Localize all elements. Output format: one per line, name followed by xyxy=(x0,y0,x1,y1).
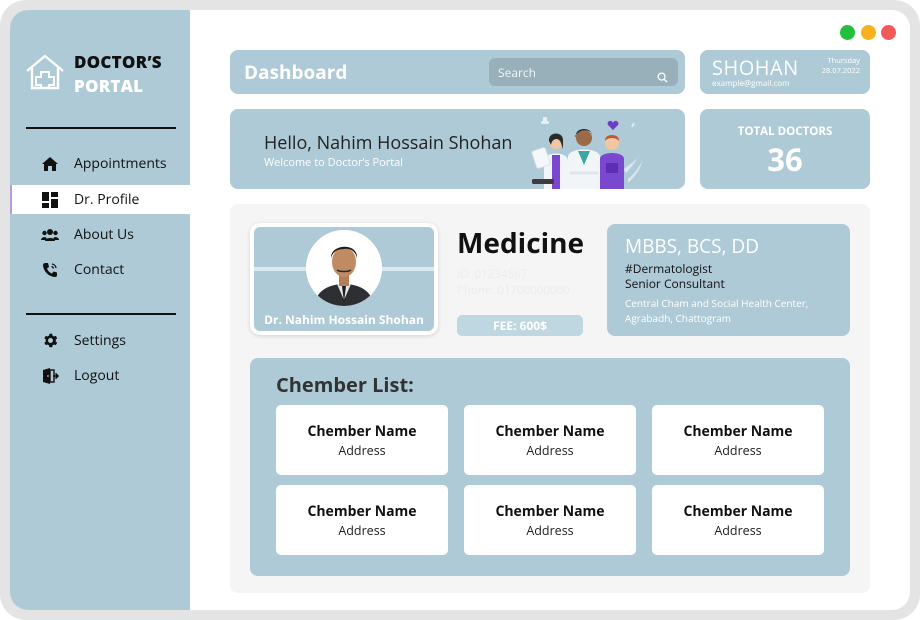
doctor-name: Dr. Nahim Hossain Shohan xyxy=(264,311,424,328)
chamber-card[interactable]: Chember Name Address xyxy=(276,405,448,475)
avatar xyxy=(306,230,382,306)
chamber-address: Address xyxy=(338,522,386,539)
brand-line-1: DOCTOR’S xyxy=(74,50,162,73)
sidebar-item-label: Appointments xyxy=(74,154,167,173)
user-name: SHOHAN xyxy=(712,54,799,81)
sidebar-item-contact[interactable]: Contact xyxy=(10,255,190,284)
sidebar-item-settings[interactable]: Settings xyxy=(10,326,190,355)
chamber-name: Chember Name xyxy=(495,502,605,521)
profile-card-inner: Dr. Nahim Hossain Shohan xyxy=(254,227,434,331)
sidebar-item-label: About Us xyxy=(74,225,134,244)
phone-icon xyxy=(40,260,60,280)
chamber-card[interactable]: Chember Name Address xyxy=(652,405,824,475)
chamber-list: Chember List: Chember Name Address Chemb… xyxy=(250,358,850,576)
chamber-name: Chember Name xyxy=(307,502,417,521)
chamber-card[interactable]: Chember Name Address xyxy=(652,485,824,555)
dashboard-grid-icon xyxy=(40,190,60,210)
sidebar: DOCTOR’S PORTAL Appointments Dr. Profile xyxy=(10,10,190,610)
sidebar-divider-top xyxy=(26,127,176,129)
sidebar-item-label: Contact xyxy=(74,260,125,279)
user-date: 28.07.2022 xyxy=(821,66,860,76)
gear-icon xyxy=(40,331,60,351)
logout-icon xyxy=(40,366,60,386)
total-doctors-label: TOTAL DOCTORS xyxy=(737,124,833,139)
chamber-address: Address xyxy=(526,522,574,539)
page-title: Dashboard xyxy=(244,59,348,85)
close-button[interactable] xyxy=(881,25,896,40)
house-cross-icon xyxy=(24,52,66,97)
chamber-name: Chember Name xyxy=(307,422,417,441)
chamber-card[interactable]: Chember Name Address xyxy=(276,485,448,555)
user-day: Thursday xyxy=(827,56,860,66)
app-window: DOCTOR’S PORTAL Appointments Dr. Profile xyxy=(10,10,910,610)
profile-card: Dr. Nahim Hossain Shohan xyxy=(250,223,438,335)
total-doctors-count: 36 xyxy=(767,139,803,181)
qualification-card: MBBS, BCS, DD #Dermatologist Senior Cons… xyxy=(607,224,850,336)
chamber-list-heading: Chember List: xyxy=(276,371,414,398)
sidebar-divider-bottom xyxy=(26,313,176,315)
brand-line-2: PORTAL xyxy=(74,74,144,97)
doctor-phone-text: Phone: 01700000000 xyxy=(457,283,570,298)
search-input[interactable] xyxy=(489,58,678,86)
chamber-card[interactable]: Chember Name Address xyxy=(464,405,636,475)
user-card[interactable]: SHOHAN example@gmail.com Thursday 28.07.… xyxy=(700,50,870,94)
address-line-2: Agrabadh, Chattogram xyxy=(625,311,731,325)
users-icon xyxy=(40,225,60,245)
chamber-address: Address xyxy=(714,442,762,459)
position-text: Senior Consultant xyxy=(625,275,725,292)
maximize-button[interactable] xyxy=(840,25,855,40)
brand-logo[interactable]: DOCTOR’S PORTAL xyxy=(24,50,184,100)
sidebar-item-label: Logout xyxy=(74,366,120,385)
doctor-id-text: ID: 01234567 xyxy=(457,267,528,282)
chamber-card[interactable]: Chember Name Address xyxy=(464,485,636,555)
welcome-banner: Hello, Nahim Hossain Shohan Welcome to D… xyxy=(230,109,685,189)
doctors-illustration xyxy=(528,113,653,189)
search-icon[interactable] xyxy=(657,66,669,83)
degrees-text: MBBS, BCS, DD xyxy=(625,233,759,259)
specialty-title: Medicine xyxy=(457,224,585,262)
chamber-address: Address xyxy=(526,442,574,459)
sidebar-item-appointments[interactable]: Appointments xyxy=(10,149,190,178)
chamber-name: Chember Name xyxy=(495,422,605,441)
welcome-greeting: Hello, Nahim Hossain Shohan xyxy=(264,131,513,155)
chamber-address: Address xyxy=(338,442,386,459)
sidebar-item-dr-profile[interactable]: Dr. Profile xyxy=(10,185,190,214)
fee-badge: FEE: 600$ xyxy=(457,315,583,336)
welcome-subtitle: Welcome to Doctor’s Portal xyxy=(264,155,404,170)
address-line-1: Central Cham and Social Health Center, xyxy=(625,296,809,310)
header-bar: Dashboard xyxy=(230,50,685,94)
home-icon xyxy=(40,154,60,174)
sidebar-item-about-us[interactable]: About Us xyxy=(10,220,190,249)
chamber-name: Chember Name xyxy=(683,422,793,441)
chamber-name: Chember Name xyxy=(683,502,793,521)
sidebar-item-label: Settings xyxy=(74,331,126,350)
minimize-button[interactable] xyxy=(861,25,876,40)
chamber-address: Address xyxy=(714,522,762,539)
total-doctors-card[interactable]: TOTAL DOCTORS 36 xyxy=(700,109,870,189)
device-frame: DOCTOR’S PORTAL Appointments Dr. Profile xyxy=(0,0,920,620)
doctor-profile-panel: Dr. Nahim Hossain Shohan Medicine ID: 01… xyxy=(230,204,870,593)
user-email: example@gmail.com xyxy=(712,78,790,89)
sidebar-item-logout[interactable]: Logout xyxy=(10,361,190,390)
sidebar-item-label: Dr. Profile xyxy=(74,190,140,209)
